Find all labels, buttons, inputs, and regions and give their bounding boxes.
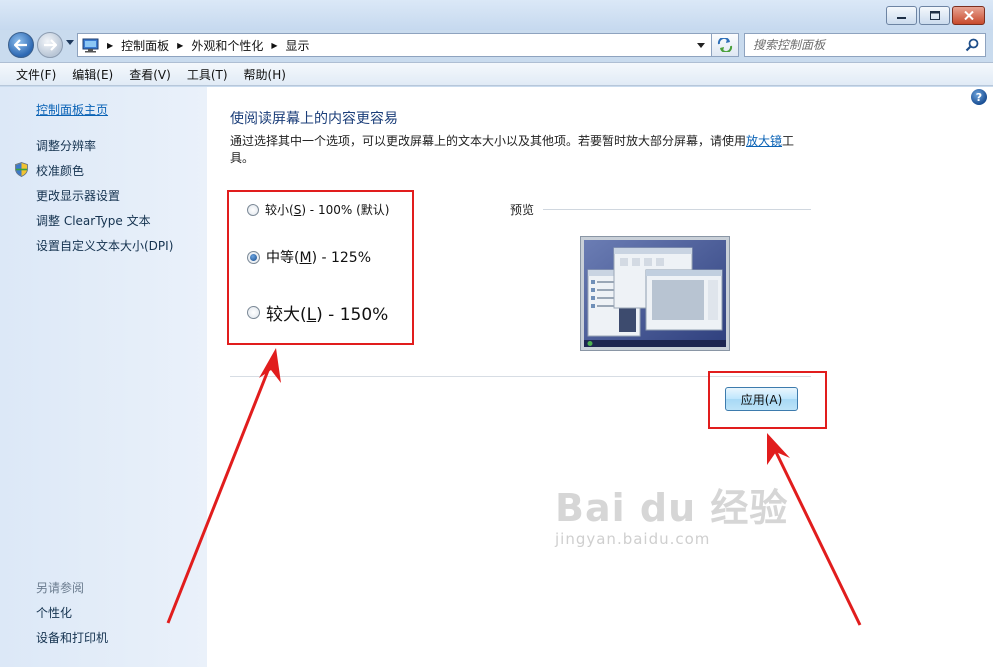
option-larger-text: 较大( (266, 305, 307, 325)
watermark-logo: Bai du 经验 (555, 486, 789, 530)
refresh-icon (717, 38, 733, 52)
page-title: 使阅读屏幕上的内容更容易 (230, 111, 398, 127)
option-smaller-value: ) - 100% (默认) (301, 203, 390, 217)
breadcrumb-separator-icon[interactable]: ▶ (271, 41, 277, 50)
refresh-button[interactable] (712, 33, 739, 57)
watermark-url: jingyan.baidu.com (555, 530, 711, 548)
option-larger-accesskey: L (306, 305, 317, 325)
magnifier-link[interactable]: 放大镜 (746, 134, 782, 148)
menu-tools[interactable]: 工具(T) (187, 66, 228, 83)
sidebar-link-change-display-settings[interactable]: 更改显示器设置 (36, 187, 120, 204)
breadcrumb-separator-icon[interactable]: ▶ (177, 41, 183, 50)
sidebar-link-calibrate-color[interactable]: 校准颜色 (36, 162, 84, 179)
preview-label: 预览 (510, 203, 535, 217)
menu-file[interactable]: 文件(F) (16, 66, 56, 83)
description-text: 通过选择其中一个选项，可以更改屏幕上的文本大小以及其他项。若要暂时放大部分屏幕，… (230, 134, 747, 148)
address-bar[interactable]: ▶ 控制面板 ▶ 外观和个性化 ▶ 显示 (77, 33, 712, 57)
option-medium-label: 中等(M) - 125% (266, 247, 371, 267)
computer-icon (82, 38, 99, 52)
apply-button[interactable]: 应用(A) (725, 387, 798, 411)
search-input[interactable] (745, 34, 945, 56)
sidebar-link-personalization[interactable]: 个性化 (36, 604, 72, 621)
menu-bar: 文件(F) 编辑(E) 查看(V) 工具(T) 帮助(H) (0, 62, 993, 86)
forward-arrow-icon (44, 39, 57, 51)
side-panel: 控制面板主页 调整分辨率 校准颜色 更改显示器设置 调整 ClearType 文… (0, 87, 207, 667)
option-medium-accesskey: M (299, 250, 312, 266)
option-medium[interactable]: 中等(M) - 125% (247, 247, 371, 267)
sidebar-link-custom-dpi[interactable]: 设置自定义文本大小(DPI) (36, 237, 173, 254)
menu-help[interactable]: 帮助(H) (244, 66, 286, 83)
option-larger[interactable]: 较大(L) - 150% (247, 300, 388, 325)
breadcrumb: ▶ 控制面板 ▶ 外观和个性化 ▶ 显示 (99, 37, 310, 54)
back-arrow-icon (14, 39, 27, 51)
sidebar-link-devices-printers[interactable]: 设备和打印机 (36, 629, 108, 646)
main-content: ? 使阅读屏幕上的内容更容易 通过选择其中一个选项，可以更改屏幕上的文本大小以及… (207, 87, 993, 667)
back-button[interactable] (8, 32, 34, 58)
option-medium-value: ) - 125% (311, 250, 372, 266)
maximize-icon (929, 11, 940, 20)
recent-pages-dropdown-icon[interactable] (66, 40, 74, 45)
sidebar-link-adjust-cleartype[interactable]: 调整 ClearType 文本 (36, 212, 151, 229)
window-controls (884, 6, 985, 25)
sidebar-link-control-panel-home[interactable]: 控制面板主页 (36, 101, 108, 118)
radio-smaller[interactable] (247, 203, 259, 216)
option-larger-value: ) - 150% (316, 305, 389, 325)
breadcrumb-item-control-panel[interactable]: 控制面板 (121, 37, 169, 54)
watermark: Bai du 经验 jingyan.baidu.com (555, 477, 788, 548)
forward-button[interactable] (37, 32, 63, 58)
menu-view[interactable]: 查看(V) (129, 66, 171, 83)
close-icon (963, 11, 974, 20)
radio-larger[interactable] (247, 306, 260, 319)
minimize-button[interactable] (886, 6, 917, 25)
option-larger-label: 较大(L) - 150% (266, 300, 388, 325)
breadcrumb-separator-icon: ▶ (107, 40, 114, 50)
search-box (744, 33, 986, 57)
desktop-preview-icon (584, 240, 726, 347)
option-smaller[interactable]: 较小(S) - 100% (默认) (247, 201, 389, 218)
option-medium-text: 中等( (266, 250, 300, 266)
menu-edit[interactable]: 编辑(E) (72, 66, 113, 83)
page-description: 通过选择其中一个选项，可以更改屏幕上的文本大小以及其他项。若要暂时放大部分屏幕，… (230, 133, 810, 167)
sidebar-link-adjust-resolution[interactable]: 调整分辨率 (36, 137, 96, 154)
radio-selected-dot (250, 253, 257, 261)
option-smaller-text: 较小( (265, 203, 294, 217)
uac-shield-icon (15, 162, 28, 177)
radio-medium[interactable] (247, 250, 260, 264)
address-dropdown-icon[interactable] (697, 43, 705, 48)
minimize-icon (896, 17, 906, 19)
preview-image (580, 236, 730, 351)
breadcrumb-item-display[interactable]: 显示 (286, 37, 310, 54)
title-bar (0, 0, 993, 30)
help-icon[interactable]: ? (971, 89, 987, 105)
preview-divider (543, 209, 811, 210)
search-icon[interactable] (965, 38, 979, 52)
close-button[interactable] (952, 6, 985, 25)
see-also-heading: 另请参阅 (36, 581, 85, 595)
maximize-button[interactable] (919, 6, 950, 25)
breadcrumb-item-appearance[interactable]: 外观和个性化 (191, 37, 263, 54)
navigation-bar: ▶ 控制面板 ▶ 外观和个性化 ▶ 显示 (0, 30, 993, 60)
option-smaller-label: 较小(S) - 100% (默认) (265, 201, 389, 218)
